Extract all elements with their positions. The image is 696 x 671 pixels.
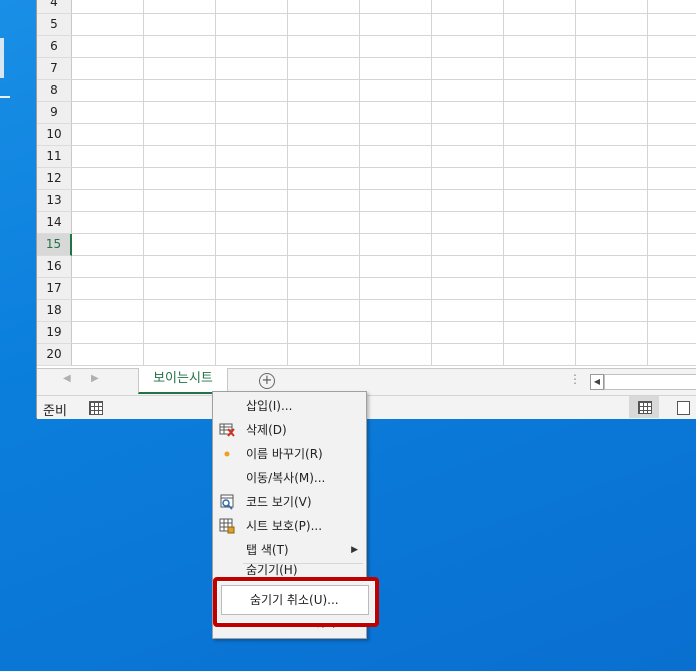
- row-header[interactable]: 4: [37, 0, 72, 14]
- grid-row[interactable]: 4: [37, 0, 696, 14]
- grid-row[interactable]: 12: [37, 168, 696, 190]
- menu-item-protect-sheet[interactable]: 시트 보호(P)...: [213, 514, 366, 538]
- menu-item-move-copy[interactable]: 이동/복사(M)...: [213, 466, 366, 490]
- row-header[interactable]: 14: [37, 212, 72, 234]
- row-cells[interactable]: [72, 256, 696, 278]
- tab-splitter-handle[interactable]: ⋮: [569, 372, 581, 386]
- page-layout-icon: [677, 401, 690, 415]
- horizontal-scrollbar[interactable]: [604, 374, 696, 390]
- status-ready-text: 준비: [43, 404, 67, 419]
- menu-item-hide[interactable]: 숨기기(H): [213, 564, 366, 576]
- row-header[interactable]: 16: [37, 256, 72, 278]
- normal-view-button[interactable]: [629, 396, 659, 418]
- row-cells[interactable]: [72, 146, 696, 168]
- macro-record-icon[interactable]: [89, 401, 103, 415]
- menu-item-delete[interactable]: 삭제(D): [213, 418, 366, 442]
- row-cells[interactable]: [72, 300, 696, 322]
- row-header[interactable]: 12: [37, 168, 72, 190]
- highlight-annotation: 숨기기 취소(U)...: [213, 577, 379, 627]
- menu-item-tab-color[interactable]: 탭 색(T) ▶: [213, 538, 366, 562]
- grid-row[interactable]: 14: [37, 212, 696, 234]
- view-code-icon: [220, 494, 234, 510]
- row-header[interactable]: 8: [37, 80, 72, 102]
- row-cells[interactable]: [72, 80, 696, 102]
- prev-sheet-icon[interactable]: ◀: [63, 373, 71, 384]
- row-header[interactable]: 10: [37, 124, 72, 146]
- menu-item-insert[interactable]: 삽입(I)...: [213, 394, 366, 418]
- normal-view-icon: [638, 401, 652, 414]
- grid-row[interactable]: 15: [37, 234, 696, 256]
- row-header[interactable]: 5: [37, 14, 72, 36]
- row-cells[interactable]: [72, 322, 696, 344]
- grid-row[interactable]: 7: [37, 58, 696, 80]
- row-header[interactable]: 18: [37, 300, 72, 322]
- next-sheet-icon[interactable]: ▶: [91, 373, 99, 384]
- grid-row[interactable]: 13: [37, 190, 696, 212]
- grid-row[interactable]: 5: [37, 14, 696, 36]
- scroll-left-icon[interactable]: ◀: [590, 374, 604, 390]
- grid-row[interactable]: 10: [37, 124, 696, 146]
- row-cells[interactable]: [72, 212, 696, 234]
- row-header[interactable]: 20: [37, 344, 72, 366]
- row-header[interactable]: 17: [37, 278, 72, 300]
- row-header[interactable]: 6: [37, 36, 72, 58]
- grid-row[interactable]: 17: [37, 278, 696, 300]
- row-header[interactable]: 9: [37, 102, 72, 124]
- add-sheet-icon[interactable]: +: [259, 373, 275, 389]
- menu-item-rename[interactable]: 이름 바꾸기(R): [213, 442, 366, 466]
- row-cells[interactable]: [72, 14, 696, 36]
- menu-item-view-code[interactable]: 코드 보기(V): [213, 490, 366, 514]
- grid-row[interactable]: 20: [37, 344, 696, 366]
- row-cells[interactable]: [72, 102, 696, 124]
- desktop-icon-label: [0, 96, 10, 98]
- row-cells[interactable]: [72, 36, 696, 58]
- rename-bullet-icon: [224, 451, 230, 457]
- grid-row[interactable]: 9: [37, 102, 696, 124]
- grid-row[interactable]: 16: [37, 256, 696, 278]
- row-cells[interactable]: [72, 168, 696, 190]
- row-cells[interactable]: [72, 234, 696, 256]
- row-header[interactable]: 15: [37, 234, 72, 256]
- grid-row[interactable]: 19: [37, 322, 696, 344]
- row-cells[interactable]: [72, 124, 696, 146]
- row-header[interactable]: 13: [37, 190, 72, 212]
- row-cells[interactable]: [72, 58, 696, 80]
- row-cells[interactable]: [72, 344, 696, 366]
- submenu-arrow-icon: ▶: [351, 545, 358, 555]
- protect-sheet-icon: [219, 518, 235, 534]
- row-header[interactable]: 11: [37, 146, 72, 168]
- row-header[interactable]: 7: [37, 58, 72, 80]
- excel-window: 4 5 6 7 8 9 10 11 12 13 14 15 16 17 18 19 20 ◀ ▶ 보이는시트 +…: [36, 0, 696, 419]
- delete-sheet-icon: [219, 423, 235, 437]
- worksheet-grid[interactable]: 4 5 6 7 8 9 10 11 12 13 14 15 16 17 18 19 20: [37, 0, 696, 368]
- menu-item-unhide[interactable]: 숨기기 취소(U)...: [221, 585, 369, 615]
- row-header[interactable]: 19: [37, 322, 72, 344]
- grid-row[interactable]: 6: [37, 36, 696, 58]
- row-cells[interactable]: [72, 190, 696, 212]
- grid-row[interactable]: 11: [37, 146, 696, 168]
- desktop-icon[interactable]: [0, 38, 4, 78]
- row-cells[interactable]: [72, 0, 696, 14]
- row-cells[interactable]: [72, 278, 696, 300]
- grid-row[interactable]: 18: [37, 300, 696, 322]
- grid-row[interactable]: 8: [37, 80, 696, 102]
